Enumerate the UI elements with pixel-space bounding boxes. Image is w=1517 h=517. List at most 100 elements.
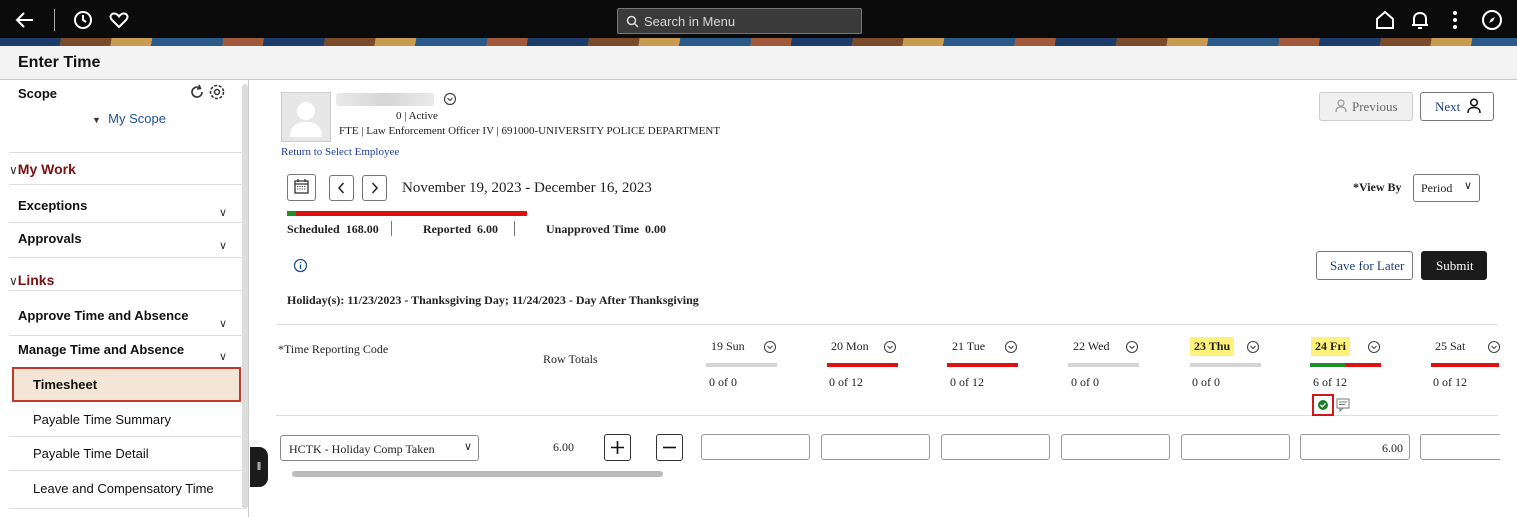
hours-input-sat[interactable] bbox=[1420, 434, 1500, 460]
comment-icon[interactable] bbox=[1336, 398, 1350, 417]
hours-input-tue[interactable] bbox=[941, 434, 1050, 460]
top-navigation-bar: Search in Menu bbox=[0, 0, 1517, 38]
hours-input-thu[interactable] bbox=[1181, 434, 1290, 460]
day-menu-chevron-icon[interactable] bbox=[1487, 340, 1501, 354]
day-hours: 0 of 12 bbox=[829, 375, 863, 389]
settings-gear-icon[interactable] bbox=[208, 83, 226, 106]
employee-status: 0 | Active bbox=[396, 110, 438, 122]
day-label: 24 Fri bbox=[1311, 337, 1350, 356]
next-label: Next bbox=[1435, 99, 1461, 114]
info-icon[interactable] bbox=[293, 258, 308, 278]
links-section[interactable]: ∨Links bbox=[9, 272, 54, 288]
day-hours: 0 of 12 bbox=[950, 375, 984, 389]
my-work-section[interactable]: ∨My Work bbox=[9, 161, 76, 177]
day-hours: 0 of 0 bbox=[1192, 375, 1220, 389]
delete-row-button[interactable] bbox=[656, 434, 683, 461]
hours-input-fri-value: 6.00 bbox=[1382, 441, 1403, 455]
day-menu-chevron-icon[interactable] bbox=[1367, 340, 1381, 354]
collapse-sidebar-button[interactable]: ‖ bbox=[250, 447, 268, 487]
search-icon bbox=[626, 15, 639, 28]
reported-progress-fill bbox=[287, 211, 296, 216]
view-by-label: *View By bbox=[1353, 180, 1402, 194]
decorative-banner bbox=[0, 38, 1517, 46]
next-period-button[interactable] bbox=[362, 175, 387, 201]
sidebar-scrollbar[interactable] bbox=[242, 84, 248, 509]
employee-name-redacted bbox=[336, 93, 434, 106]
reported-label: Reported bbox=[423, 222, 471, 236]
day-menu-chevron-icon[interactable] bbox=[1246, 340, 1260, 354]
refresh-icon[interactable] bbox=[189, 84, 205, 105]
links-label: Links bbox=[17, 272, 55, 288]
plus-icon bbox=[611, 441, 624, 454]
period-date-range: November 19, 2023 - December 16, 2023 bbox=[402, 180, 652, 196]
sidebar-item-leave-comp-time[interactable]: Leave and Compensatory Time bbox=[33, 481, 214, 496]
day-menu-chevron-icon[interactable] bbox=[763, 340, 777, 354]
view-by-select[interactable]: Period ∨ bbox=[1413, 174, 1480, 202]
trc-select[interactable]: HCTK - Holiday Comp Taken ∨ bbox=[280, 435, 479, 461]
person-icon bbox=[1335, 99, 1347, 117]
day-label: 21 Tue bbox=[952, 339, 986, 353]
favorites-heart-icon[interactable] bbox=[107, 8, 131, 32]
divider bbox=[9, 290, 242, 291]
back-arrow-icon[interactable] bbox=[13, 8, 37, 32]
manage-time-item[interactable]: Manage Time and Absence bbox=[18, 342, 184, 357]
sidebar-item-label: Timesheet bbox=[33, 377, 98, 392]
next-button[interactable]: Next bbox=[1420, 92, 1494, 121]
exceptions-item[interactable]: Exceptions bbox=[18, 198, 87, 213]
page-header: Enter Time bbox=[0, 46, 1517, 80]
calendar-button[interactable] bbox=[287, 174, 316, 201]
day-progress-bar bbox=[947, 363, 1018, 367]
reported-value: 6.00 bbox=[477, 222, 498, 236]
scheduled-progress-bar bbox=[296, 211, 527, 216]
calendar-icon bbox=[294, 179, 309, 194]
notifications-bell-icon[interactable] bbox=[1408, 8, 1432, 32]
sidebar-item-payable-time-summary[interactable]: Payable Time Summary bbox=[33, 412, 171, 427]
save-for-later-button[interactable]: Save for Later bbox=[1316, 251, 1413, 280]
divider bbox=[9, 222, 242, 223]
divider bbox=[9, 436, 242, 437]
hours-input-fri[interactable]: 6.00 bbox=[1300, 434, 1410, 460]
row-total: 6.00 bbox=[553, 440, 574, 454]
chevron-down-icon: ∨ bbox=[9, 274, 18, 288]
chevron-down-icon[interactable]: ∨ bbox=[219, 239, 227, 252]
scheduled-value: 168.00 bbox=[345, 222, 379, 236]
sidebar-item-payable-time-detail[interactable]: Payable Time Detail bbox=[33, 446, 149, 461]
hours-input-wed[interactable] bbox=[1061, 434, 1170, 460]
hours-input-mon[interactable] bbox=[821, 434, 930, 460]
home-icon[interactable] bbox=[1373, 8, 1397, 32]
chevron-down-icon[interactable]: ∨ bbox=[219, 350, 227, 363]
employee-menu-chevron-icon[interactable] bbox=[443, 92, 457, 111]
day-hours: 0 of 0 bbox=[1071, 375, 1099, 389]
chevron-down-icon[interactable]: ∨ bbox=[219, 206, 227, 219]
horizontal-scrollbar[interactable] bbox=[292, 471, 663, 477]
hours-input-sun[interactable] bbox=[701, 434, 810, 460]
more-actions-icon[interactable] bbox=[1443, 8, 1467, 32]
sidebar-item-timesheet[interactable]: Timesheet bbox=[12, 367, 241, 402]
day-menu-chevron-icon[interactable] bbox=[883, 340, 897, 354]
chevron-down-icon: ∨ bbox=[9, 163, 18, 177]
save-for-later-label: Save for Later bbox=[1330, 258, 1405, 273]
navbar-compass-icon[interactable] bbox=[1480, 8, 1504, 32]
chevron-down-icon[interactable]: ∨ bbox=[219, 317, 227, 330]
day-menu-chevron-icon[interactable] bbox=[1004, 340, 1018, 354]
person-icon bbox=[1467, 98, 1481, 118]
search-input[interactable]: Search in Menu bbox=[617, 8, 862, 34]
page-title: Enter Time bbox=[18, 54, 101, 71]
return-to-select-employee-link[interactable]: Return to Select Employee bbox=[281, 146, 399, 158]
day-menu-chevron-icon[interactable] bbox=[1125, 340, 1139, 354]
approval-status-highlight[interactable] bbox=[1312, 394, 1334, 416]
add-row-button[interactable] bbox=[604, 434, 631, 461]
previous-period-button[interactable] bbox=[329, 175, 354, 201]
previous-button[interactable]: Previous bbox=[1319, 92, 1413, 121]
day-progress-bar bbox=[1310, 363, 1381, 367]
day-progress-bar bbox=[1431, 363, 1499, 367]
scheduled-summary: Scheduled 168.00 bbox=[287, 222, 379, 237]
caret-down-icon: ▼ bbox=[92, 115, 101, 125]
scheduled-label: Scheduled bbox=[287, 222, 340, 236]
employee-details: FTE | Law Enforcement Officer IV | 69100… bbox=[339, 125, 721, 137]
my-scope-link[interactable]: ▼ My Scope bbox=[92, 111, 166, 126]
history-icon[interactable] bbox=[71, 8, 95, 32]
submit-button[interactable]: Submit bbox=[1421, 251, 1487, 280]
approvals-item[interactable]: Approvals bbox=[18, 231, 82, 246]
approve-time-item[interactable]: Approve Time and Absence bbox=[18, 308, 189, 323]
